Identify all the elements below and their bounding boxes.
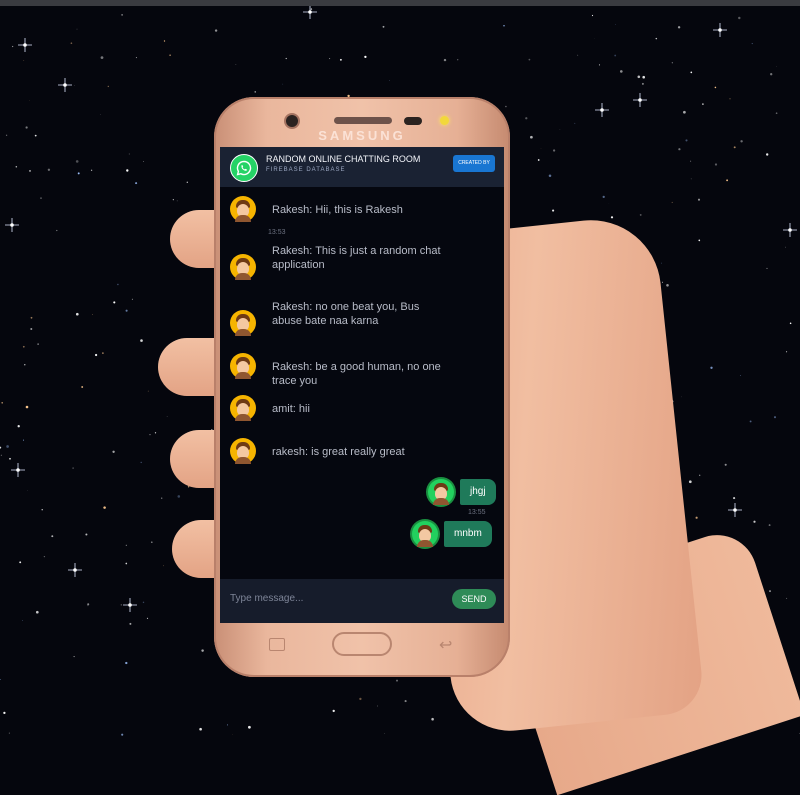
phone-device: SAMSUNG RANDOM ONLINE CHATTING ROOM FIRE… (214, 97, 510, 677)
message-text: rakesh: is great really great (272, 445, 450, 459)
user-avatar (230, 438, 256, 464)
message-timestamp: 13:55 (468, 509, 486, 516)
home-button[interactable] (332, 632, 392, 656)
phone-brand: SAMSUNG (214, 128, 510, 143)
chat-message: rakesh: is great really great (230, 438, 450, 464)
front-flash-icon (440, 116, 449, 125)
whatsapp-icon (230, 154, 258, 182)
back-icon[interactable]: ↩ (439, 635, 452, 655)
chat-message: amit: hii (230, 395, 450, 421)
outgoing-message: mnbm (412, 521, 492, 547)
chat-message: Rakesh: no one beat you, Bus abuse bate … (230, 310, 450, 336)
user-avatar (230, 196, 256, 222)
message-text: Rakesh: no one beat you, Bus abuse bate … (272, 300, 450, 328)
created-by-button[interactable]: CREATED BY (453, 155, 495, 172)
message-input[interactable]: Type message... (230, 593, 303, 604)
my-avatar (412, 521, 438, 547)
message-composer: Type message... SEND (220, 579, 504, 623)
user-avatar (230, 310, 256, 336)
recent-apps-icon[interactable] (269, 638, 285, 651)
earpiece-speaker (334, 117, 392, 124)
phone-screen: RANDOM ONLINE CHATTING ROOM FIREBASE DAT… (220, 147, 504, 623)
outgoing-bubble: jhgj (460, 479, 496, 505)
user-avatar (230, 353, 256, 379)
outgoing-message: jhgj (428, 479, 496, 505)
send-button[interactable]: SEND (452, 589, 496, 609)
app-header: RANDOM ONLINE CHATTING ROOM FIREBASE DAT… (220, 147, 504, 187)
user-avatar (230, 254, 256, 280)
proximity-sensor (404, 117, 422, 125)
message-text: Rakesh: This is just a random chat appli… (272, 244, 450, 272)
chat-message: Rakesh: be a good human, no one trace yo… (230, 353, 450, 388)
window-top-edge (0, 0, 800, 6)
message-text: amit: hii (272, 402, 450, 416)
message-timestamp: 13:53 (268, 229, 286, 236)
message-text: Rakesh: be a good human, no one trace yo… (272, 360, 450, 388)
front-camera-icon (286, 115, 298, 127)
message-text: Rakesh: Hii, this is Rakesh (272, 203, 450, 217)
outgoing-bubble: mnbm (444, 521, 492, 547)
chat-room-title: RANDOM ONLINE CHATTING ROOM (266, 154, 420, 164)
chat-room-subtitle: FIREBASE DATABASE (266, 167, 345, 173)
chat-message: Rakesh: Hii, this is Rakesh (230, 196, 450, 222)
chat-message: Rakesh: This is just a random chat appli… (230, 254, 450, 280)
user-avatar (230, 395, 256, 421)
my-avatar (428, 479, 454, 505)
